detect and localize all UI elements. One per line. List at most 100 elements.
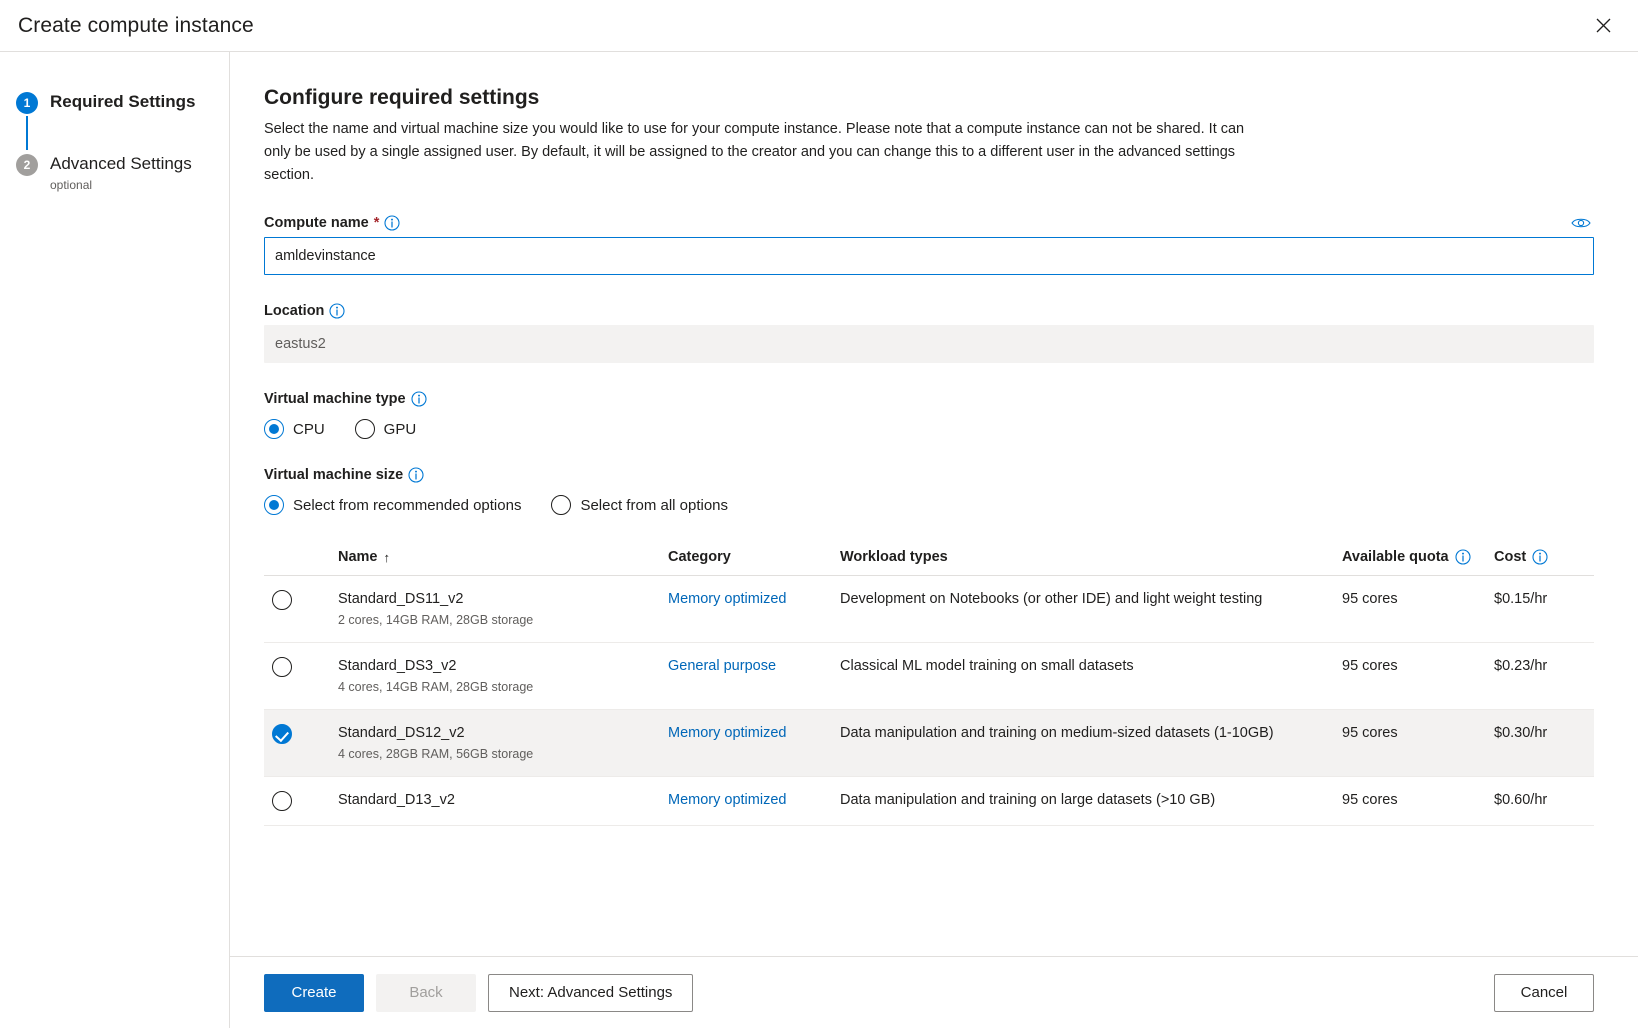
row-cost-cell: $0.60/hr [1486,776,1594,826]
row-workload-cell: Classical ML model training on small dat… [832,642,1334,710]
back-button: Back [376,973,476,1012]
info-glyph [411,391,427,407]
compute-name-label: Compute name [264,215,369,231]
eye-icon[interactable] [1568,211,1594,235]
column-cost[interactable]: Cost [1486,549,1594,576]
vm-spec: 4 cores, 14GB RAM, 28GB storage [338,680,534,694]
column-workload-label: Workload types [840,549,948,565]
column-workload[interactable]: Workload types [832,549,1334,576]
category-link[interactable]: Memory optimized [668,591,786,607]
vm-size-field: Virtual machine size Select from recomme… [264,467,1594,515]
create-button[interactable]: Create [264,973,364,1012]
row-cost-cell: $0.23/hr [1486,642,1594,710]
table-row[interactable]: Standard_DS11_v2 2 cores, 14GB RAM, 28GB… [264,575,1594,643]
category-link[interactable]: Memory optimized [668,725,786,741]
info-glyph [384,215,400,231]
close-glyph [1596,18,1610,33]
dialog-footer: Create Back Next: Advanced Settings Canc… [230,956,1638,1028]
vm-type-label-row: Virtual machine type [264,391,1594,407]
row-select-cell[interactable] [264,575,330,643]
close-icon[interactable] [1582,6,1624,46]
row-radio[interactable] [272,791,292,811]
row-radio[interactable] [272,590,292,610]
next-advanced-settings-button[interactable]: Next: Advanced Settings [488,973,694,1012]
vm-size-option-recommended[interactable]: Select from recommended options [264,495,521,515]
settings-scroll-area: Configure required settings Select the n… [230,52,1638,956]
vm-spec: 4 cores, 28GB RAM, 56GB storage [338,747,534,761]
table-header-row: Name ↑ Category Workload types Available… [264,549,1594,576]
info-glyph [408,467,424,483]
column-quota[interactable]: Available quota [1334,549,1486,576]
info-icon[interactable] [329,303,345,319]
radio-indicator [264,495,284,515]
row-radio[interactable] [272,724,292,744]
row-category-cell: General purpose [660,642,832,710]
vm-size-label: Virtual machine size [264,467,404,483]
row-cost-cell: $0.30/hr [1486,709,1594,777]
vm-type-radio-group: CPU GPU [264,419,1594,439]
wizard-steps: 1 Required Settings 2 Advanced Settings … [0,52,230,1028]
info-glyph [329,303,345,319]
row-category-cell: Memory optimized [660,709,832,777]
step-required-settings[interactable]: 1 Required Settings [8,90,229,114]
location-label: Location [264,303,325,319]
compute-name-field: Compute name * [264,215,1594,275]
column-select [264,549,330,576]
column-name-label: Name [338,549,378,565]
row-select-cell[interactable] [264,776,330,826]
info-glyph [1532,549,1548,565]
info-icon[interactable] [384,215,400,231]
cancel-button[interactable]: Cancel [1494,973,1594,1012]
column-category-label: Category [668,549,731,565]
info-icon[interactable] [408,467,424,483]
radio-indicator [354,419,375,439]
vm-type-label: Virtual machine type [264,391,406,407]
vm-size-radio-group: Select from recommended options Select f… [264,495,1594,515]
vm-type-option-cpu[interactable]: CPU [264,419,325,439]
row-select-cell[interactable] [264,709,330,777]
table-row[interactable]: Standard_DS3_v2 4 cores, 14GB RAM, 28GB … [264,642,1594,710]
row-name-cell: Standard_D13_v2 [330,776,660,826]
step-number-badge: 1 [16,92,38,114]
compute-name-input[interactable] [264,237,1594,275]
row-quota-cell: 95 cores [1334,575,1486,643]
category-link[interactable]: General purpose [668,658,776,674]
category-link[interactable]: Memory optimized [668,792,786,808]
row-select-cell[interactable] [264,642,330,710]
row-quota-cell: 95 cores [1334,776,1486,826]
vm-size-table: Name ↑ Category Workload types Available… [264,549,1594,826]
info-icon[interactable] [1455,549,1471,565]
vm-type-option-label: CPU [293,420,325,438]
vm-type-option-gpu[interactable]: GPU [354,419,416,439]
location-label-row: Location [264,303,1594,319]
vm-size-label-row: Virtual machine size [264,467,1594,483]
row-radio[interactable] [272,657,292,677]
column-name[interactable]: Name ↑ [330,549,660,576]
vm-size-option-all[interactable]: Select from all options [551,495,728,515]
vm-size-option-label: Select from recommended options [293,496,522,514]
info-icon[interactable] [411,391,427,407]
vm-name: Standard_D13_v2 [338,792,455,808]
row-quota-cell: 95 cores [1334,642,1486,710]
vm-spec: 2 cores, 14GB RAM, 28GB storage [338,613,534,627]
page-description: Select the name and virtual machine size… [264,121,1245,183]
step-text-group: Advanced Settings optional [50,152,192,193]
step-label: Required Settings [50,92,196,111]
step-advanced-settings[interactable]: 2 Advanced Settings optional [8,152,229,193]
row-category-cell: Memory optimized [660,575,832,643]
required-marker: * [373,215,380,231]
step-number-badge: 2 [16,154,38,176]
column-category[interactable]: Category [660,549,832,576]
info-icon[interactable] [1532,549,1548,565]
column-cost-inner: Cost [1494,549,1586,565]
row-name-cell: Standard_DS3_v2 4 cores, 14GB RAM, 28GB … [330,642,660,710]
row-workload-cell: Data manipulation and training on medium… [832,709,1334,777]
page-title: Configure required settings [264,86,540,109]
row-category-cell: Memory optimized [660,776,832,826]
dialog-title: Create compute instance [18,13,254,37]
column-quota-inner: Available quota [1342,549,1478,565]
dialog-titlebar: Create compute instance [0,0,1638,52]
step-label: Advanced Settings [50,154,192,173]
table-row[interactable]: Standard_D13_v2 Memory optimized Data ma… [264,776,1594,826]
table-row[interactable]: Standard_DS12_v2 4 cores, 28GB RAM, 56GB… [264,709,1594,777]
